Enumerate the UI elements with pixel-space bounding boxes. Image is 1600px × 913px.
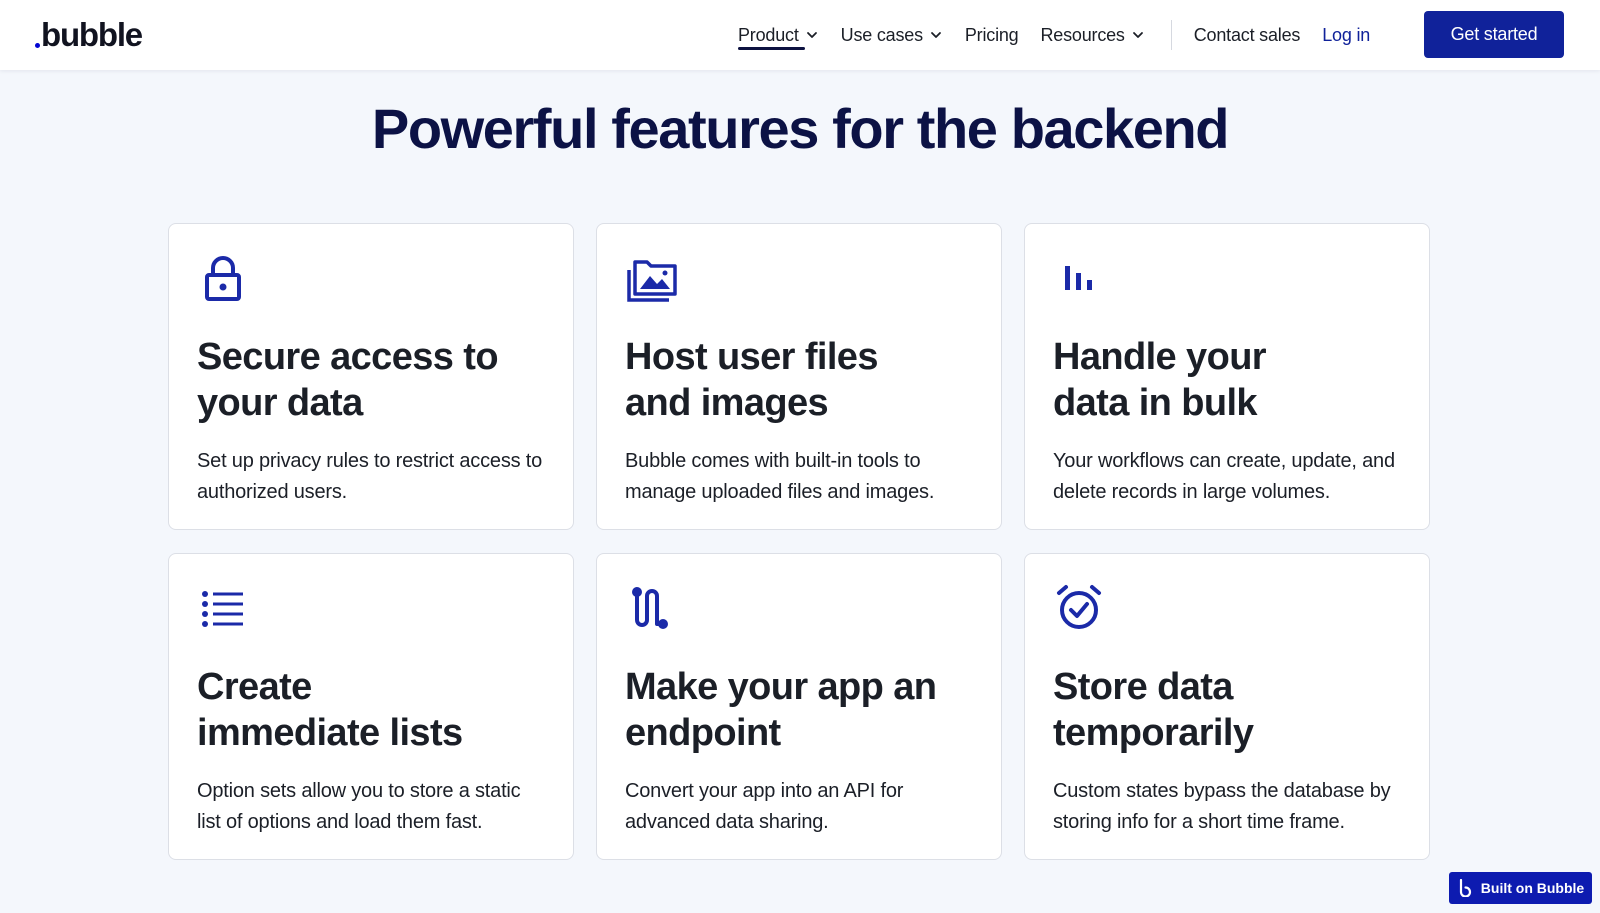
route-icon <box>632 587 668 629</box>
feature-title: Handle your data in bulk <box>1053 336 1267 424</box>
login-link[interactable]: Log in <box>1322 25 1370 46</box>
get-started-button[interactable]: Get started <box>1424 11 1564 58</box>
alarm-check-icon <box>1057 585 1101 629</box>
chevron-down-icon <box>1132 32 1143 38</box>
chevron-down-icon <box>806 32 817 38</box>
feature-card: Store data temporarily Custom states byp… <box>1024 553 1430 860</box>
lock-icon <box>205 256 241 301</box>
feature-card: Secure access to your data Set up privac… <box>168 223 574 530</box>
feature-title: Secure access to your data <box>197 336 499 424</box>
page-title: Powerful features for the backend <box>371 97 1230 160</box>
nav-item-label: Product <box>738 24 799 45</box>
nav-item-label: Use cases <box>840 24 923 45</box>
site-header: bubble Product Use cases Pricing Resourc… <box>0 0 1600 70</box>
feature-description: Your workflows can create, update, and d… <box>1053 450 1395 503</box>
chevron-down-icon <box>930 32 941 38</box>
features-grid: Secure access to your data Set up privac… <box>168 223 1430 860</box>
badge-label: Built on Bubble <box>1480 880 1585 896</box>
feature-title: Create immediate lists <box>197 666 463 754</box>
nav-item-product[interactable]: Product <box>738 0 819 70</box>
images-icon <box>627 260 677 302</box>
logo-text: bubble <box>41 16 143 53</box>
feature-description: Custom states bypass the database by sto… <box>1053 780 1391 833</box>
nav-item-resources[interactable]: Resources <box>1041 0 1145 70</box>
feature-card: Create immediate lists Option sets allow… <box>168 553 574 860</box>
bar-chart-icon <box>1065 266 1092 290</box>
feature-description: Set up privacy rules to restrict access … <box>197 450 543 503</box>
bubble-b-icon <box>1459 879 1471 897</box>
feature-title: Host user files and images <box>625 336 878 424</box>
feature-title: Store data temporarily <box>1053 666 1254 754</box>
feature-description: Option sets allow you to store a static … <box>197 780 521 833</box>
contact-sales-link[interactable]: Contact sales <box>1194 25 1301 46</box>
list-icon <box>202 591 243 627</box>
feature-card: Handle your data in bulk Your workflows … <box>1024 223 1430 530</box>
feature-title: Make your app an endpoint <box>625 666 937 754</box>
built-on-bubble-badge[interactable]: Built on Bubble <box>1449 872 1592 904</box>
feature-card: Make your app an endpoint Convert your a… <box>596 553 1002 860</box>
feature-card: Host user files and images Bubble comes … <box>596 223 1002 530</box>
nav-divider <box>1170 20 1172 50</box>
nav-item-use-cases[interactable]: Use cases <box>841 0 943 70</box>
nav-item-label: Pricing <box>964 24 1019 45</box>
main-nav: Product Use cases Pricing Resources Cont… <box>738 0 1392 70</box>
feature-description: Convert your app into an API for advance… <box>625 780 904 833</box>
nav-item-label: Resources <box>1040 24 1125 45</box>
nav-item-pricing[interactable]: Pricing <box>965 0 1019 70</box>
logo-dot <box>35 43 40 48</box>
bubble-logo[interactable]: bubble <box>35 16 143 54</box>
feature-description: Bubble comes with built-in tools to mana… <box>625 450 935 503</box>
